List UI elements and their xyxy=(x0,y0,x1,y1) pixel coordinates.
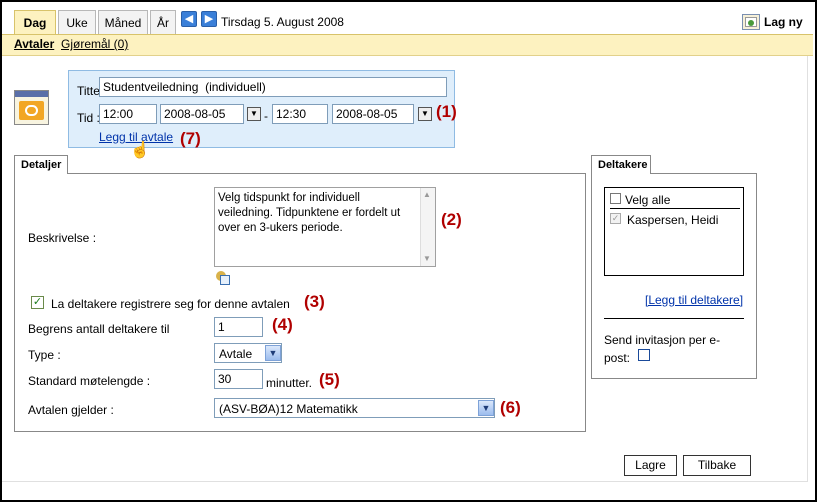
end-time-input[interactable] xyxy=(272,104,328,124)
applies-select-value: (ASV-BØA)12 Matematikk xyxy=(219,402,358,416)
subtab-todos[interactable]: Gjøremål (0) xyxy=(61,37,128,51)
title-input[interactable] xyxy=(99,77,447,97)
tab-day[interactable]: Dag xyxy=(14,10,56,36)
length-unit: minutter. xyxy=(266,376,313,390)
top-bar: Dag Uke Måned År ◀ ▶ Tirsdag 5. August 2… xyxy=(2,2,813,36)
details-tab[interactable]: Detaljer xyxy=(14,155,68,174)
list-divider xyxy=(610,208,740,209)
start-date-picker-icon[interactable]: ▼ xyxy=(247,107,261,121)
current-date: Tirsdag 5. August 2008 xyxy=(221,15,344,29)
register-label: La deltakere registrere seg for denne av… xyxy=(51,297,290,311)
end-date-input[interactable] xyxy=(332,104,414,124)
save-button[interactable]: Lagre xyxy=(624,455,677,476)
invite-label: Send invitasjon per e-post: xyxy=(604,333,721,365)
end-date-picker-icon[interactable]: ▼ xyxy=(418,107,432,121)
hand-cursor-icon: ☝ xyxy=(130,142,150,159)
chevron-down-icon[interactable]: ▼ xyxy=(265,345,281,361)
time-label: Tid : xyxy=(77,111,100,125)
length-input[interactable] xyxy=(214,369,263,389)
subtab-appointments[interactable]: Avtaler xyxy=(14,37,54,51)
type-select-value: Avtale xyxy=(219,347,253,361)
annotation-7: (7) xyxy=(180,129,201,148)
annotation-2: (2) xyxy=(441,210,462,229)
back-button[interactable]: Tilbake xyxy=(683,455,751,476)
applies-select[interactable]: (ASV-BØA)12 Matematikk ▼ xyxy=(214,398,495,418)
select-all-checkbox[interactable] xyxy=(610,193,621,204)
participants-list: Velg alle ✓ Kaspersen, Heidi xyxy=(604,187,744,276)
tab-week[interactable]: Uke xyxy=(58,10,96,36)
description-text: Velg tidspunkt for individuell veilednin… xyxy=(218,192,401,234)
tab-month[interactable]: Måned xyxy=(98,10,148,36)
description-textarea[interactable]: Velg tidspunkt for individuell veilednin… xyxy=(214,187,436,267)
tab-year[interactable]: År xyxy=(150,10,176,36)
spellcheck-icon[interactable] xyxy=(215,270,231,286)
invite-checkbox[interactable] xyxy=(638,349,650,361)
chevron-down-icon[interactable]: ▼ xyxy=(478,400,494,416)
length-label: Standard møtelengde : xyxy=(28,374,151,388)
arrow-left-icon[interactable]: ◀ xyxy=(181,11,197,27)
applies-label: Avtalen gjelder : xyxy=(28,403,114,417)
description-label: Beskrivelse : xyxy=(28,231,97,245)
new-appointment-icon[interactable] xyxy=(742,14,760,30)
add-participants-link[interactable]: [Legg til deltakere] xyxy=(645,293,743,307)
arrow-right-icon[interactable]: ▶ xyxy=(201,11,217,27)
calendar-icon xyxy=(14,90,49,125)
participants-tab[interactable]: Deltakere xyxy=(591,155,651,174)
sub-tab-bar: Avtaler Gjøremål (0) xyxy=(2,34,813,56)
annotation-4: (4) xyxy=(272,315,293,334)
time-separator: - xyxy=(264,109,268,123)
select-all-label: Velg alle xyxy=(625,193,671,207)
participant-name: Kaspersen, Heidi xyxy=(627,213,719,227)
appointment-box: Tittel : Tid : ▼ - ▼ Legg til avtale xyxy=(68,70,455,148)
type-label: Type : xyxy=(28,348,61,362)
annotation-1: (1) xyxy=(436,102,457,121)
annotation-3: (3) xyxy=(304,292,325,311)
limit-input[interactable] xyxy=(214,317,263,337)
annotation-6: (6) xyxy=(500,398,521,417)
type-select[interactable]: Avtale ▼ xyxy=(214,343,282,363)
start-date-input[interactable] xyxy=(160,104,244,124)
start-time-input[interactable] xyxy=(99,104,157,124)
description-scrollbar[interactable]: ▲ ▼ xyxy=(420,188,435,266)
limit-label: Begrens antall deltakere til xyxy=(28,322,170,336)
register-checkbox[interactable]: ✓ xyxy=(31,296,44,309)
participant-checkbox[interactable]: ✓ xyxy=(610,213,621,224)
new-button-label[interactable]: Lag ny xyxy=(764,15,803,29)
participants-divider xyxy=(604,318,744,319)
annotation-5: (5) xyxy=(319,370,340,389)
